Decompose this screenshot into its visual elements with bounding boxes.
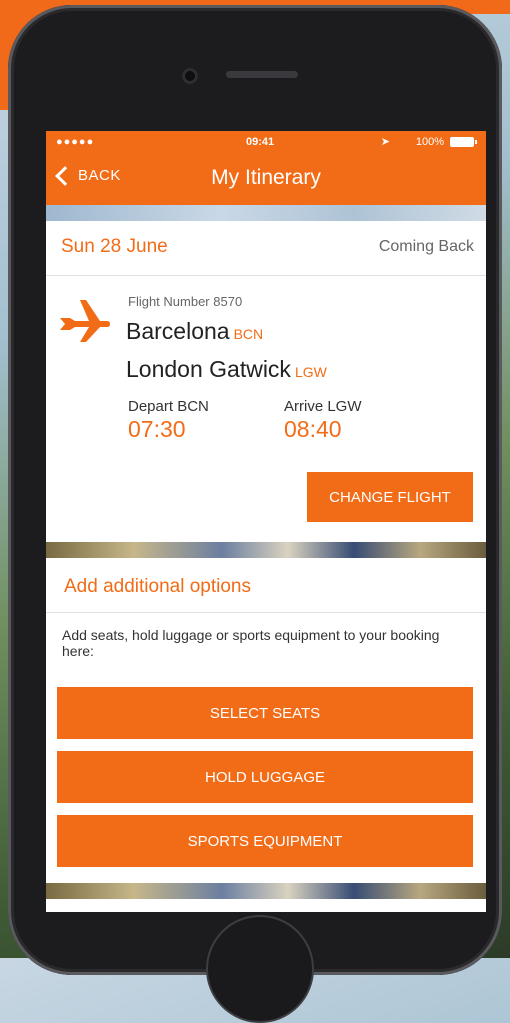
battery-percentage: 100% — [415, 136, 444, 148]
navigation-bar: BACK My Itinerary — [46, 153, 486, 205]
select-seats-button[interactable]: SELECT SEATS — [57, 687, 473, 739]
flight-number: Flight Number 8570 — [128, 294, 243, 309]
origin-city-name: Barcelona — [126, 318, 230, 344]
options-body: Add seats, hold luggage or sports equipm… — [46, 613, 486, 883]
arrival-label: Arrive LGW — [284, 398, 362, 415]
divider-photo-strip — [46, 542, 486, 558]
change-flight-button[interactable]: CHANGE FLIGHT — [307, 472, 473, 522]
flight-date: Sun 28 June — [61, 236, 168, 257]
status-bar: ●●●●● 09:41 ➤ 100% — [46, 131, 486, 153]
trip-direction: Coming Back — [378, 238, 474, 255]
flight-card: Flight Number 8570 Barcelona BCN London G… — [46, 276, 486, 541]
departure-block: Depart BCN 07:30 — [128, 398, 209, 443]
status-time: 09:41 — [246, 136, 275, 148]
destination-city: London Gatwick LGW — [126, 356, 327, 383]
date-row: Sun 28 June Coming Back — [46, 221, 486, 276]
origin-airport-code: BCN — [233, 326, 264, 342]
hold-luggage-button[interactable]: HOLD LUGGAGE — [57, 751, 473, 803]
footer-card-edge — [46, 899, 486, 912]
location-icon: ➤ — [380, 136, 390, 148]
signal-indicator: ●●●●● — [56, 136, 95, 148]
options-header: Add additional options — [46, 558, 486, 613]
departure-time: 07:30 — [128, 416, 186, 442]
battery-icon — [450, 137, 477, 147]
destination-airport-code: LGW — [294, 364, 327, 380]
arrival-time: 08:40 — [284, 416, 342, 442]
earpiece-speaker — [226, 71, 298, 78]
sports-equipment-button[interactable]: SPORTS EQUIPMENT — [57, 815, 473, 867]
departure-label: Depart BCN — [128, 398, 209, 415]
app-screen: ●●●●● 09:41 ➤ 100% BACK My Itinerary Sun… — [46, 131, 486, 912]
header-photo-strip — [46, 205, 486, 221]
destination-city-name: London Gatwick — [126, 356, 291, 382]
plane-icon — [60, 300, 110, 342]
home-button[interactable] — [206, 915, 314, 1023]
origin-city: Barcelona BCN — [126, 318, 263, 345]
options-title: Add additional options — [64, 576, 251, 597]
options-description: Add seats, hold luggage or sports equipm… — [62, 627, 440, 659]
page-title: My Itinerary — [211, 166, 321, 189]
arrival-block: Arrive LGW 08:40 — [284, 398, 362, 443]
footer-photo-strip — [46, 883, 486, 899]
front-camera — [182, 68, 198, 84]
